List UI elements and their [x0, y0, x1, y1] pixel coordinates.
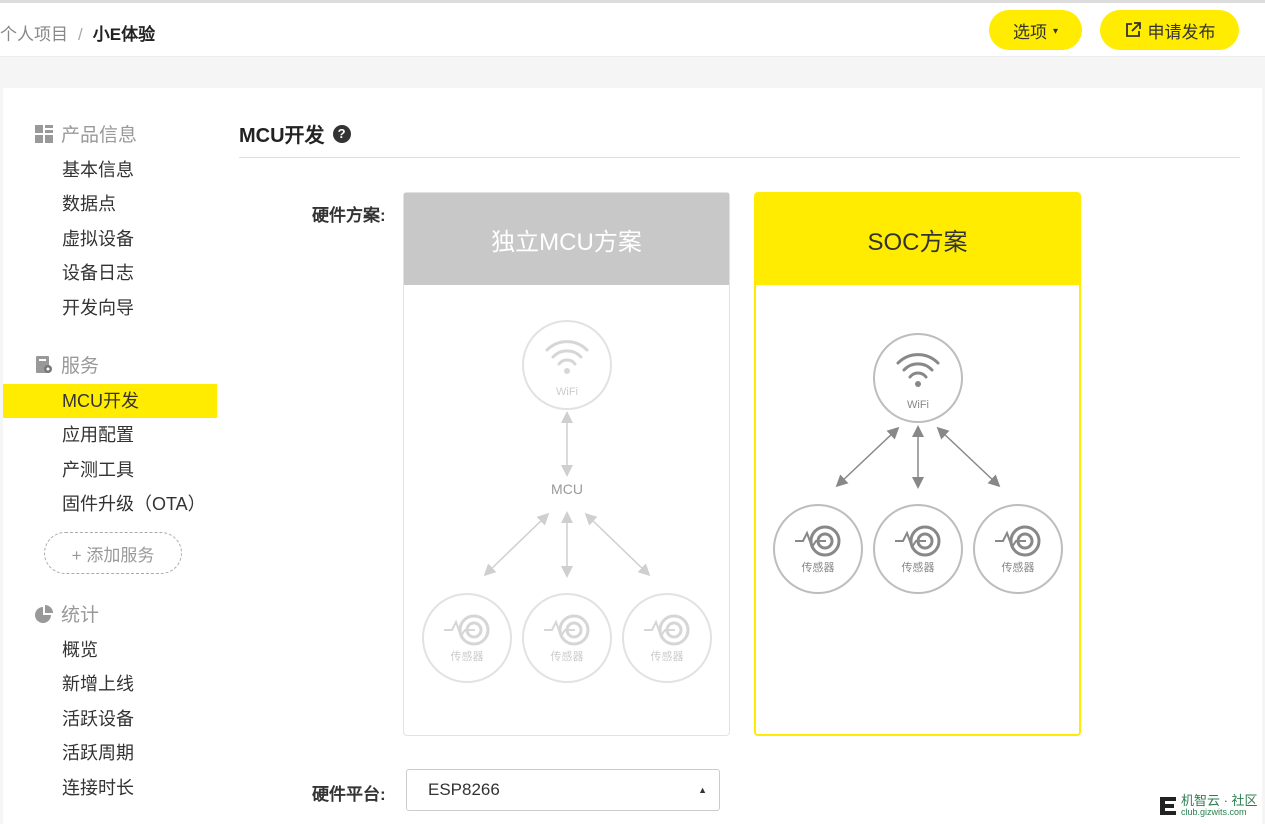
sidebar-item-active-devices[interactable]: 活跃设备 — [3, 702, 217, 736]
breadcrumb-current: 小E体验 — [92, 25, 156, 44]
main-panel: MCU开发 ? 硬件方案: 独立MCU方案 WiFi MCU 传感器 传感器 传… — [217, 88, 1262, 824]
sidebar-item-data-points[interactable]: 数据点 — [3, 187, 217, 221]
sensor-label: 传感器 — [551, 650, 584, 663]
options-label: 选项 — [1012, 22, 1047, 42]
sidebar-group-label: 产品信息 — [61, 125, 138, 146]
sidebar-item-dev-guide[interactable]: 开发向导 — [3, 291, 217, 325]
breadcrumb-parent[interactable]: 个人项目 — [0, 25, 68, 44]
wifi-label: WiFi — [907, 399, 929, 411]
scheme-card-title: SOC方案 — [756, 194, 1079, 285]
sensor-label: 传感器 — [1002, 561, 1035, 574]
top-header: 个人项目 / 小E体验 选项 ▾ 申请发布 — [0, 3, 1265, 57]
sidebar-item-connect-duration[interactable]: 连接时长 — [3, 771, 217, 805]
sensor-label: 传感器 — [802, 561, 835, 574]
sensor-node: 传感器 — [773, 504, 863, 594]
watermark-subtitle: club.gizwits.com — [1181, 807, 1247, 817]
sidebar-group-services: 服务 — [35, 351, 99, 378]
wifi-node: WiFi — [873, 333, 963, 423]
sensor-label: 传感器 — [651, 650, 684, 663]
wifi-node: WiFi — [522, 320, 612, 410]
sidebar-item-device-log[interactable]: 设备日志 — [3, 256, 217, 290]
sidebar-item-mcu-dev[interactable]: MCU开发 — [3, 384, 217, 418]
sidebar-item-active-cycle[interactable]: 活跃周期 — [3, 736, 217, 770]
sidebar-group-label: 统计 — [61, 605, 100, 626]
sidebar-item-new-online[interactable]: 新增上线 — [3, 667, 217, 701]
sidebar-group-label: 服务 — [61, 356, 100, 377]
title-divider — [239, 157, 1240, 158]
product-grid-icon — [35, 124, 53, 143]
page-title-text: MCU开发 — [239, 125, 325, 147]
publish-label: 申请发布 — [1147, 22, 1216, 42]
site-watermark: 机智云 · 社区 club.gizwits.com — [1158, 794, 1258, 817]
hardware-platform-value: ESP8266 — [428, 780, 500, 799]
sensor-label: 传感器 — [451, 650, 484, 663]
scheme-card-title: 独立MCU方案 — [404, 193, 729, 285]
help-icon[interactable]: ? — [332, 124, 351, 143]
gizwits-logo-icon — [1160, 796, 1176, 815]
external-link-icon — [1125, 22, 1141, 37]
service-icon — [36, 355, 52, 373]
soc-architecture-diagram: WiFi 传感器 传感器 传感器 — [773, 333, 1063, 594]
sensor-node: 传感器 — [522, 593, 612, 683]
watermark-title: 机智云 · 社区 — [1181, 793, 1258, 808]
options-button[interactable]: 选项 ▾ — [989, 10, 1082, 50]
hardware-platform-select[interactable]: ESP8266 ▲ — [406, 769, 720, 811]
sensor-node: 传感器 — [422, 593, 512, 683]
hardware-scheme-label: 硬件方案: — [312, 206, 386, 225]
sidebar-item-basic-info[interactable]: 基本信息 — [3, 153, 217, 187]
sensor-node: 传感器 — [973, 504, 1063, 594]
sidebar: 产品信息 基本信息 数据点 虚拟设备 设备日志 开发向导 服务 MCU开发 应用… — [3, 88, 217, 824]
hardware-platform-label: 硬件平台: — [312, 785, 386, 804]
sidebar-item-app-config[interactable]: 应用配置 — [3, 418, 217, 452]
scheme-card-soc[interactable]: SOC方案 WiFi 传感器 传感器 传感器 — [754, 192, 1081, 736]
sidebar-item-production-test[interactable]: 产测工具 — [3, 453, 217, 487]
caret-down-icon: ▾ — [1052, 25, 1059, 37]
breadcrumb: 个人项目 / 小E体验 — [0, 20, 155, 45]
wifi-label: WiFi — [556, 386, 578, 398]
sidebar-item-ota[interactable]: 固件升级（OTA） — [3, 487, 217, 521]
sensor-node: 传感器 — [873, 504, 963, 594]
scheme-card-mcu[interactable]: 独立MCU方案 WiFi MCU 传感器 传感器 传感器 — [403, 192, 730, 736]
select-arrow-icon: ▲ — [698, 785, 707, 795]
sensor-label: 传感器 — [902, 561, 935, 574]
sidebar-group-product-info: 产品信息 — [35, 120, 137, 147]
sidebar-item-virtual-device[interactable]: 虚拟设备 — [3, 222, 217, 256]
pie-chart-icon — [35, 604, 53, 623]
page-title: MCU开发 ? — [239, 119, 351, 148]
add-service-button[interactable]: + 添加服务 — [44, 532, 182, 574]
sensor-node: 传感器 — [622, 593, 712, 683]
sidebar-group-statistics: 统计 — [35, 600, 99, 627]
breadcrumb-separator: / — [78, 25, 83, 44]
mcu-label: MCU — [551, 481, 583, 497]
publish-button[interactable]: 申请发布 — [1100, 10, 1239, 50]
mcu-architecture-diagram: WiFi MCU 传感器 传感器 传感器 — [422, 320, 712, 683]
sidebar-item-overview[interactable]: 概览 — [3, 633, 217, 667]
